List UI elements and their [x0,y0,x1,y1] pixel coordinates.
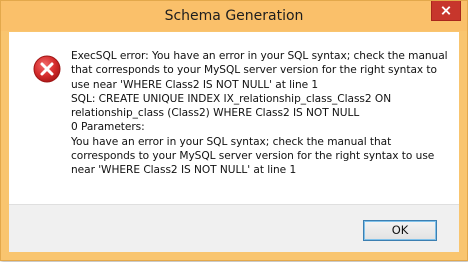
close-button[interactable] [431,1,461,21]
message-line: near 'WHERE Class2 IS NOT NULL' at line … [71,164,297,177]
message-line: You have an error in your SQL syntax; ch… [71,135,392,148]
dialog-title: Schema Generation [164,8,304,24]
dialog-content: ExecSQL error: You have an error in your… [9,32,459,252]
message-line: use near 'WHERE Class2 IS NOT NULL' at l… [71,78,319,91]
ok-button[interactable]: OK [363,220,437,241]
message-line: SQL: CREATE UNIQUE INDEX IX_relationship… [71,92,392,105]
message-line: 0 Parameters: [71,121,145,134]
message-line: relationship_class (Class2) WHERE Class2… [71,107,360,120]
error-message: ExecSQL error: You have an error in your… [71,49,448,178]
dialog-window: Schema Generation ExecSQL error: You hav… [0,0,468,261]
close-icon [441,6,451,15]
message-line: ExecSQL error: You have an error in your… [71,50,448,62]
title-bar[interactable]: Schema Generation [1,1,467,31]
button-bar: OK [9,204,459,252]
message-line: corresponds to your MySQL server version… [71,150,435,163]
error-icon [33,55,61,83]
message-line: that corresponds to your MySQL server ve… [71,64,437,77]
